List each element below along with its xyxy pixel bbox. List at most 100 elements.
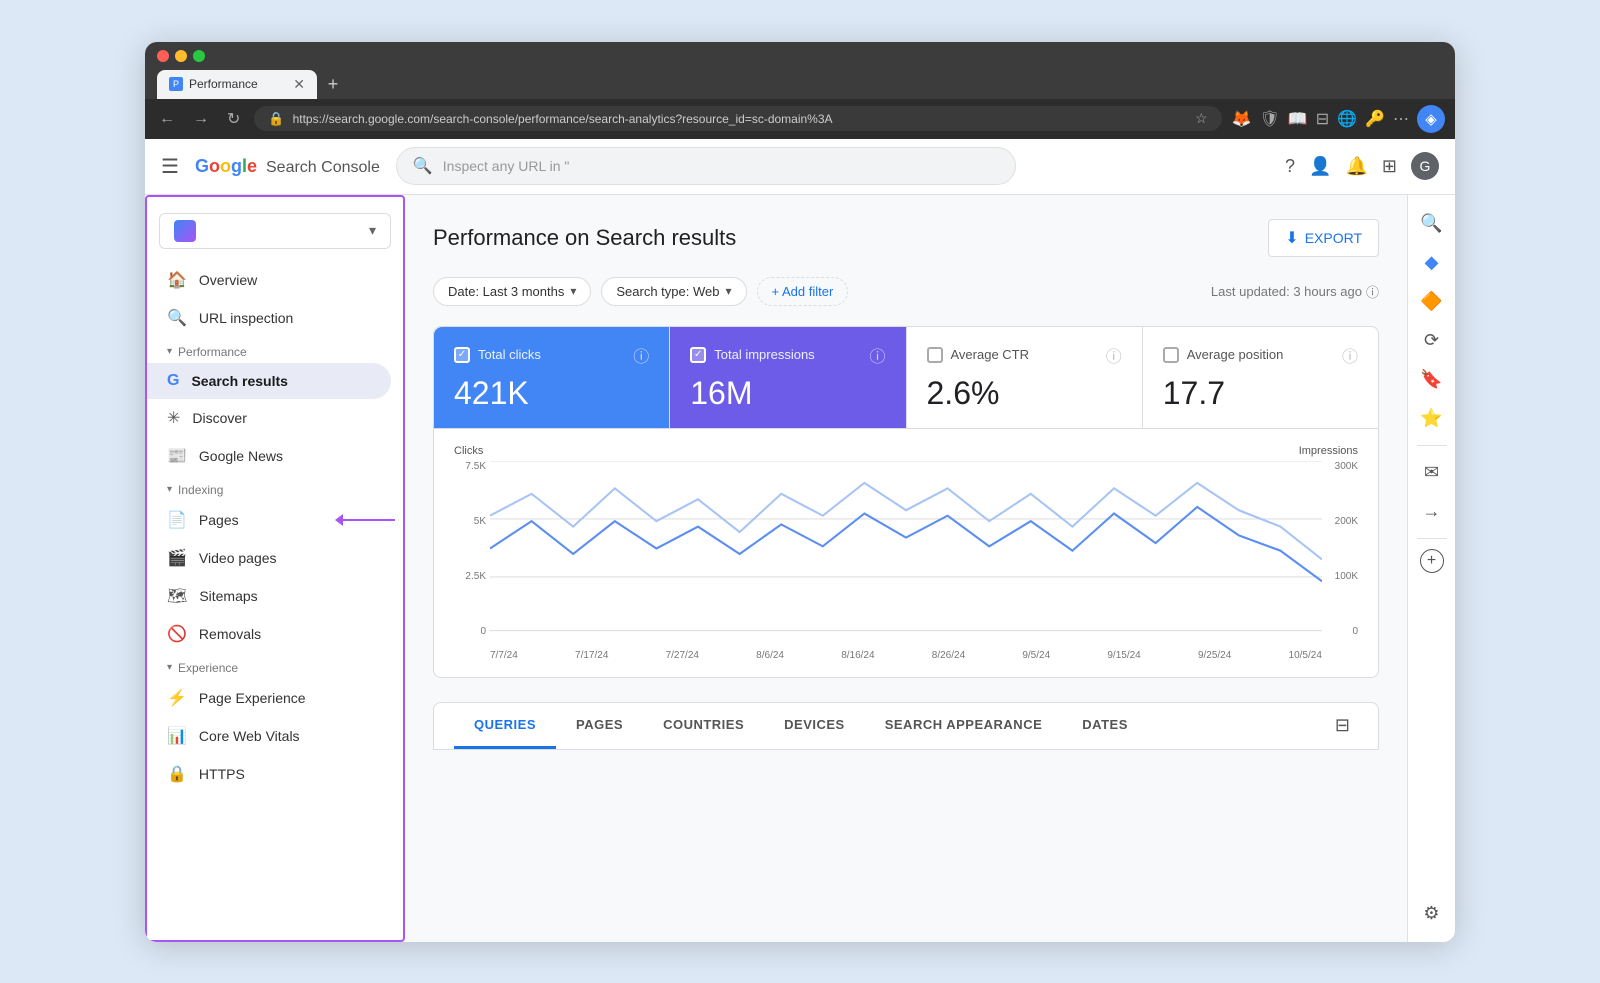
- tab-countries[interactable]: COUNTRIES: [643, 703, 764, 749]
- rp-refresh-icon[interactable]: ⟳: [1418, 324, 1445, 357]
- property-selector[interactable]: ▾: [159, 213, 391, 249]
- sidebar-item-url-inspection[interactable]: 🔍 URL inspection: [147, 299, 391, 337]
- tab-dates[interactable]: DATES: [1062, 703, 1148, 749]
- add-filter-button[interactable]: + Add filter: [757, 277, 849, 306]
- traffic-light-yellow[interactable]: [175, 50, 187, 62]
- sidebar-label-url-inspection: URL inspection: [199, 310, 293, 326]
- refresh-button[interactable]: ↻: [223, 107, 244, 131]
- filter-icon-area[interactable]: ⊟: [1327, 703, 1358, 749]
- rp-star-icon[interactable]: ⭐: [1414, 402, 1448, 435]
- rp-settings-icon[interactable]: ⚙: [1417, 897, 1445, 930]
- bookmark-star-icon[interactable]: ☆: [1195, 110, 1208, 127]
- rp-blue-icon[interactable]: ◆: [1419, 246, 1445, 279]
- sidebar: ▾ 🏠 Overview 🔍 URL inspection ▾ Performa…: [145, 195, 405, 942]
- address-text: https://search.google.com/search-console…: [293, 112, 1187, 126]
- sidebar-item-overview[interactable]: 🏠 Overview: [147, 261, 391, 299]
- property-dropdown-icon: ▾: [369, 222, 376, 239]
- stat-card-total-impressions[interactable]: ✓ Total impressions ⓘ 16M: [670, 327, 906, 428]
- search-type-filter-chip[interactable]: Search type: Web ▾: [601, 277, 746, 306]
- tab-queries[interactable]: QUERIES: [454, 703, 556, 749]
- stat-card-total-clicks[interactable]: ✓ Total clicks ⓘ 421K: [434, 327, 670, 428]
- x-label-1: 7/7/24: [490, 650, 518, 661]
- avg-position-checkbox[interactable]: [1163, 347, 1179, 363]
- sidebar-icon[interactable]: ⊟: [1316, 109, 1329, 129]
- rp-search-icon[interactable]: 🔍: [1414, 207, 1448, 240]
- translate-icon[interactable]: 🌐: [1337, 109, 1357, 129]
- tab-search-appearance[interactable]: SEARCH APPEARANCE: [865, 703, 1063, 749]
- sidebar-label-pages: Pages: [199, 512, 239, 528]
- tab-devices[interactable]: DEVICES: [764, 703, 865, 749]
- sidebar-item-discover[interactable]: ✳ Discover: [147, 399, 391, 437]
- sidebar-item-search-results[interactable]: G Search results: [147, 363, 391, 399]
- shield-icon[interactable]: 🛡: [1260, 109, 1280, 129]
- total-clicks-help-icon[interactable]: ⓘ: [633, 343, 649, 367]
- rp-mail-icon[interactable]: ✉: [1418, 456, 1445, 489]
- search-placeholder: Inspect any URL in ": [443, 158, 570, 174]
- hamburger-menu-icon[interactable]: ☰: [161, 154, 179, 179]
- extensions-icon[interactable]: 🦊: [1232, 109, 1252, 129]
- sidebar-item-google-news[interactable]: 📰 Google News: [147, 437, 391, 475]
- chart-y-left-label: Clicks: [454, 445, 483, 457]
- new-tab-button[interactable]: +: [319, 71, 347, 99]
- total-clicks-checkbox[interactable]: ✓: [454, 347, 470, 363]
- sidebar-item-core-web-vitals[interactable]: 📊 Core Web Vitals: [147, 717, 391, 755]
- avg-ctr-value: 2.6%: [927, 375, 1122, 412]
- last-updated-text: Last updated: 3 hours ago: [1211, 284, 1362, 299]
- avg-position-help-icon[interactable]: ⓘ: [1342, 343, 1358, 367]
- help-icon[interactable]: ?: [1285, 156, 1295, 177]
- indexing-section-collapse-icon[interactable]: ▾: [167, 484, 172, 495]
- sidebar-section-experience: ▾ Experience: [147, 653, 403, 679]
- traffic-light-green[interactable]: [193, 50, 205, 62]
- avg-ctr-checkbox[interactable]: [927, 347, 943, 363]
- browser-tab[interactable]: P Performance ✕: [157, 70, 317, 99]
- back-button[interactable]: ←: [155, 108, 179, 130]
- rp-orange-icon[interactable]: 🔶: [1414, 285, 1448, 318]
- url-inspection-search[interactable]: 🔍 Inspect any URL in ": [396, 147, 1016, 185]
- last-updated-help-icon[interactable]: ⓘ: [1366, 282, 1379, 301]
- experience-section-collapse-icon[interactable]: ▾: [167, 662, 172, 673]
- rp-arrow-icon[interactable]: →: [1417, 495, 1447, 528]
- sidebar-label-removals: Removals: [199, 626, 261, 642]
- stat-card-avg-ctr[interactable]: Average CTR ⓘ 2.6%: [907, 327, 1143, 428]
- total-impressions-help-icon[interactable]: ⓘ: [869, 343, 885, 367]
- more-icon[interactable]: ⋯: [1393, 109, 1409, 129]
- forward-button[interactable]: →: [189, 108, 213, 130]
- reader-icon[interactable]: 📖: [1288, 109, 1308, 129]
- stat-card-avg-position[interactable]: Average position ⓘ 17.7: [1143, 327, 1378, 428]
- apps-icon[interactable]: ⊞: [1382, 156, 1397, 177]
- traffic-light-red[interactable]: [157, 50, 169, 62]
- rp-bookmark-icon[interactable]: 🔖: [1414, 363, 1448, 396]
- arrow-head-icon: [335, 514, 343, 526]
- avg-ctr-help-icon[interactable]: ⓘ: [1106, 343, 1122, 367]
- y-right-200k: 200K: [1322, 516, 1358, 527]
- export-button[interactable]: ⬇ EXPORT: [1268, 219, 1379, 257]
- sidebar-item-video-pages[interactable]: 🎬 Video pages: [147, 539, 391, 577]
- table-filter-icon[interactable]: ⊟: [1335, 715, 1350, 736]
- sidebar-item-page-experience[interactable]: ⚡ Page Experience: [147, 679, 391, 717]
- browser-profile-icon[interactable]: ◈: [1417, 105, 1445, 133]
- arrow-indicator: [335, 514, 395, 526]
- bell-icon[interactable]: 🔔: [1345, 156, 1367, 177]
- page-experience-icon: ⚡: [167, 688, 187, 708]
- address-bar-row: ← → ↻ 🔒 https://search.google.com/search…: [145, 99, 1455, 139]
- sidebar-item-removals[interactable]: 🚫 Removals: [147, 615, 391, 653]
- users-icon[interactable]: 👤: [1309, 156, 1331, 177]
- tab-pages[interactable]: PAGES: [556, 703, 643, 749]
- total-impressions-checkbox[interactable]: ✓: [690, 347, 706, 363]
- toolbar-icons: 🦊 🛡 📖 ⊟ 🌐 🔑 ⋯ ◈: [1232, 105, 1445, 133]
- y-left-5k: 5K: [454, 516, 486, 527]
- avatar[interactable]: G: [1411, 152, 1439, 180]
- total-clicks-value: 421K: [454, 375, 649, 412]
- address-bar[interactable]: 🔒 https://search.google.com/search-conso…: [254, 106, 1221, 131]
- tab-close-button[interactable]: ✕: [293, 76, 305, 93]
- sidebar-label-page-experience: Page Experience: [199, 690, 306, 706]
- password-icon[interactable]: 🔑: [1365, 109, 1385, 129]
- date-filter-chip[interactable]: Date: Last 3 months ▾: [433, 277, 591, 306]
- rp-add-button[interactable]: +: [1420, 549, 1444, 573]
- sidebar-item-sitemaps[interactable]: 🗺 Sitemaps: [147, 577, 391, 615]
- sidebar-item-pages[interactable]: 📄 Pages: [147, 501, 391, 539]
- x-label-3: 7/27/24: [666, 650, 699, 661]
- section-collapse-icon[interactable]: ▾: [167, 346, 172, 357]
- discover-icon: ✳: [167, 408, 180, 428]
- sidebar-item-https[interactable]: 🔒 HTTPS: [147, 755, 391, 793]
